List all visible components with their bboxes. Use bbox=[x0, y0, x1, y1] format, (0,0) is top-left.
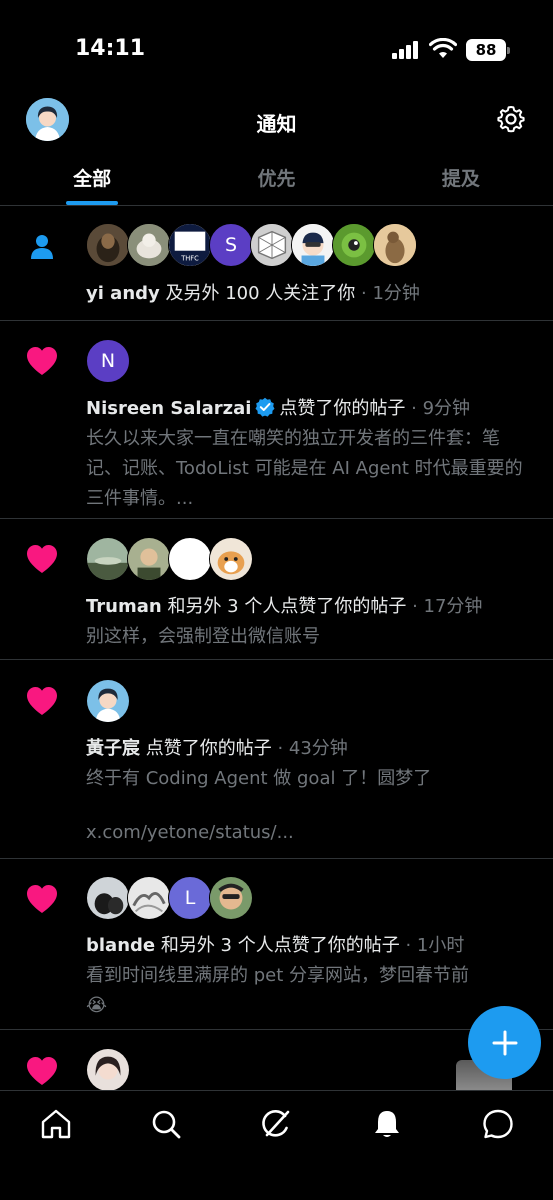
heart-icon bbox=[27, 687, 57, 715]
battery-indicator: 88 bbox=[466, 39, 510, 61]
avatar[interactable]: THFC bbox=[168, 223, 212, 267]
verified-badge-icon bbox=[255, 397, 275, 417]
notification-item-like[interactable]: 黃子宸 点赞了你的帖子 · 43分钟 终于有 Coding Agent 做 go… bbox=[0, 660, 553, 859]
user-name[interactable]: 黃子宸 bbox=[86, 738, 140, 759]
avatar[interactable] bbox=[373, 223, 417, 267]
bottom-navigation bbox=[0, 1090, 553, 1200]
user-name[interactable]: blande bbox=[86, 935, 155, 956]
notification-text: blande 和另外 3 个人点赞了你的帖子 · 1小时 bbox=[86, 935, 465, 956]
notification-text: 黃子宸 点赞了你的帖子 · 43分钟 bbox=[86, 738, 348, 759]
avatar[interactable] bbox=[127, 876, 171, 920]
top-header: 通知 bbox=[0, 90, 553, 150]
avatar[interactable] bbox=[86, 679, 130, 723]
avatar[interactable]: N bbox=[86, 339, 130, 383]
avatar[interactable] bbox=[168, 537, 212, 581]
avatar[interactable] bbox=[86, 1048, 130, 1092]
liker-avatars: L bbox=[86, 876, 253, 920]
avatar[interactable] bbox=[86, 537, 130, 581]
wifi-icon bbox=[429, 38, 457, 58]
avatar[interactable] bbox=[127, 223, 171, 267]
avatar[interactable] bbox=[209, 537, 253, 581]
avatar[interactable]: L bbox=[168, 876, 212, 920]
person-icon bbox=[31, 235, 53, 259]
notification-item-like[interactable]: Truman 和另外 3 个人点赞了你的帖子 · 17分钟 别这样，会强制登出微… bbox=[0, 519, 553, 660]
post-preview: 看到时间线里满屏的 pet 分享网站，梦回春节前 😭 bbox=[86, 965, 469, 1016]
avatar[interactable] bbox=[127, 537, 171, 581]
liker-avatars: N bbox=[86, 339, 130, 383]
crying-emoji: 😭 bbox=[86, 995, 108, 1016]
cellular-signal-icon bbox=[392, 41, 422, 59]
avatar[interactable] bbox=[250, 223, 294, 267]
user-name[interactable]: Truman bbox=[86, 596, 162, 617]
follower-avatars: THFC S bbox=[86, 223, 417, 267]
post-preview: 别这样，会强制登出微信账号 bbox=[86, 626, 320, 647]
avatar[interactable] bbox=[332, 223, 376, 267]
page-title: 通知 bbox=[256, 112, 297, 136]
plus-icon bbox=[492, 1030, 517, 1055]
avatar[interactable]: S bbox=[209, 223, 253, 267]
notification-tabs: 全部 优先 提及 bbox=[0, 150, 553, 206]
tab-all[interactable]: 全部 bbox=[0, 150, 184, 205]
avatar[interactable] bbox=[209, 876, 253, 920]
avatar[interactable] bbox=[291, 223, 335, 267]
avatar[interactable] bbox=[86, 876, 130, 920]
heart-icon bbox=[27, 545, 57, 573]
heart-icon bbox=[27, 885, 57, 913]
grok-icon[interactable] bbox=[259, 1107, 293, 1141]
notification-item-follow[interactable]: THFC S yi andy 及另外 100 人关注了你 · 1分钟 bbox=[0, 207, 553, 321]
heart-icon bbox=[27, 1057, 57, 1085]
compose-button[interactable] bbox=[468, 1006, 541, 1079]
avatar[interactable] bbox=[86, 223, 130, 267]
notification-item-like[interactable]: L blande 和另外 3 个人点赞了你的帖子 · 1小时 看到时间线里满屏的… bbox=[0, 859, 553, 1030]
home-icon[interactable] bbox=[39, 1107, 73, 1141]
notification-text: yi andy 及另外 100 人关注了你 · 1分钟 bbox=[86, 283, 420, 304]
notification-item-like[interactable]: N Nisreen Salarzai 点赞了你的帖子 · 9分钟 长久以来大家一直… bbox=[0, 321, 553, 519]
post-link[interactable]: x.com/yetone/status/... bbox=[86, 818, 533, 848]
tab-priority[interactable]: 优先 bbox=[184, 150, 368, 205]
user-name[interactable]: yi andy bbox=[86, 283, 160, 304]
svg-text:THFC: THFC bbox=[180, 254, 199, 262]
notification-text: Truman 和另外 3 个人点赞了你的帖子 · 17分钟 bbox=[86, 596, 483, 617]
liker-avatars bbox=[86, 1048, 130, 1092]
heart-icon bbox=[27, 347, 57, 375]
user-name[interactable]: Nisreen Salarzai bbox=[86, 398, 251, 419]
tab-mentions[interactable]: 提及 bbox=[369, 150, 553, 205]
search-icon[interactable] bbox=[149, 1107, 183, 1141]
post-preview: 长久以来大家一直在嘲笑的独立开发者的三件套：笔记、记账、TodoList 可能是… bbox=[86, 428, 523, 509]
gear-icon[interactable] bbox=[496, 104, 526, 134]
messages-icon[interactable] bbox=[481, 1107, 515, 1141]
status-bar: 14:11 88 bbox=[0, 0, 553, 90]
bell-icon[interactable] bbox=[370, 1107, 404, 1141]
status-time: 14:11 bbox=[75, 36, 146, 61]
liker-avatars bbox=[86, 679, 130, 723]
liker-avatars bbox=[86, 537, 253, 581]
post-preview: 终于有 Coding Agent 做 goal 了！圆梦了 bbox=[86, 768, 432, 789]
notification-text: Nisreen Salarzai 点赞了你的帖子 · 9分钟 bbox=[86, 397, 471, 419]
